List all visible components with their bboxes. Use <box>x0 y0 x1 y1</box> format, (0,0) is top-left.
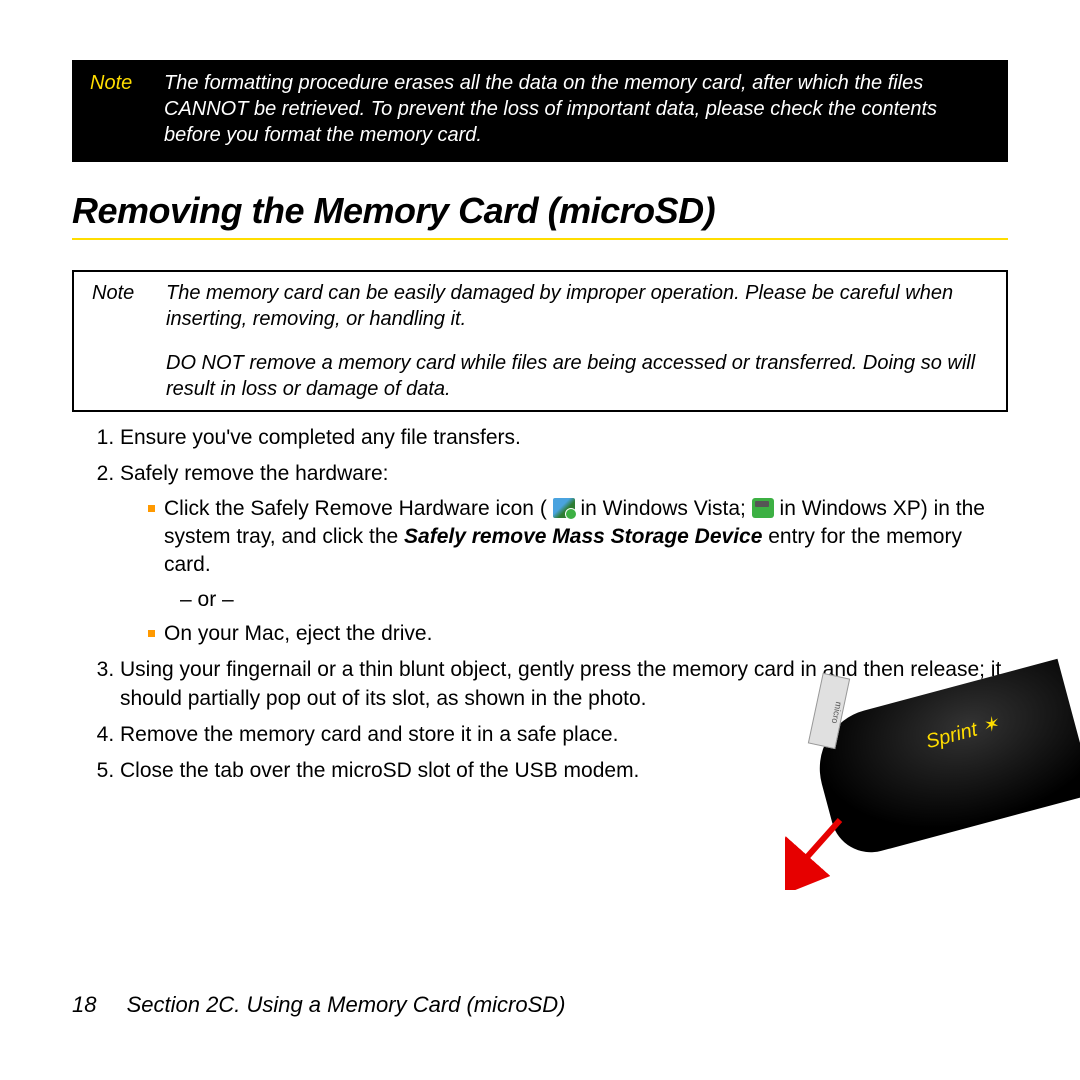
note-handling-warning: Note The memory card can be easily damag… <box>72 270 1008 412</box>
note-text: DO NOT remove a memory card while files … <box>166 350 988 402</box>
note-label: Note <box>92 280 148 332</box>
step-2-text: Safely remove the hardware: <box>120 462 388 485</box>
safely-remove-vista-icon <box>553 498 575 518</box>
text: in Windows Vista; <box>581 497 752 520</box>
step-2-sublist: Click the Safely Remove Hardware icon ( … <box>120 495 1008 649</box>
step-2: Safely remove the hardware: Click the Sa… <box>120 460 1008 648</box>
section-title: Section 2C. Using a Memory Card (microSD… <box>127 992 566 1017</box>
page-footer: 18 Section 2C. Using a Memory Card (micr… <box>72 992 566 1018</box>
menu-entry-name: Safely remove Mass Storage Device <box>404 525 762 548</box>
page-number: 18 <box>72 992 96 1017</box>
step-2b: On your Mac, eject the drive. <box>148 620 1008 648</box>
page-title: Removing the Memory Card (microSD) <box>72 190 1008 232</box>
safely-remove-xp-icon <box>752 498 774 518</box>
or-separator: – or – <box>164 586 1008 614</box>
step-1: Ensure you've completed any file transfe… <box>120 424 1008 452</box>
heading-underline <box>72 238 1008 240</box>
device-illustration: Sprint ✶ micro <box>740 690 1040 890</box>
text: Click the Safely Remove Hardware icon ( <box>164 497 547 520</box>
step-2a: Click the Safely Remove Hardware icon ( … <box>148 495 1008 614</box>
manual-page: Note The formatting procedure erases all… <box>0 0 1080 1080</box>
note-text: The memory card can be easily damaged by… <box>166 280 988 332</box>
removal-arrow-icon <box>785 810 865 890</box>
note-format-warning: Note The formatting procedure erases all… <box>72 60 1008 162</box>
note-label: Note <box>90 70 146 148</box>
note-text: The formatting procedure erases all the … <box>164 70 990 148</box>
